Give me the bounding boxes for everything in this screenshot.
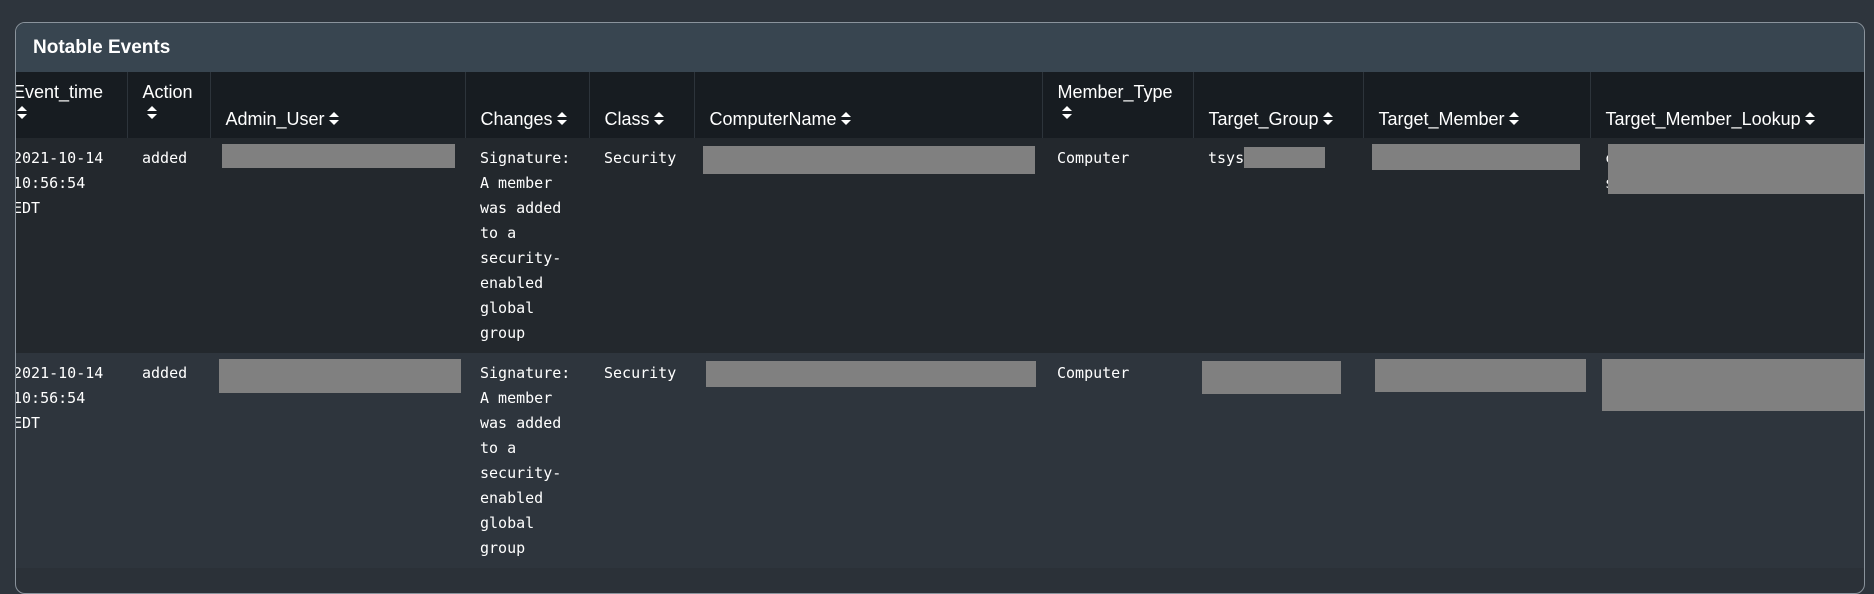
notable-events-panel: Notable Events Event_time Action Admin_U… xyxy=(15,22,1865,594)
events-table: Event_time Action Admin_User Changes Cla… xyxy=(16,72,1864,568)
cell-action: added xyxy=(127,353,210,568)
col-label: Target_Member_Lookup xyxy=(1605,109,1801,129)
redacted-block xyxy=(1244,147,1326,168)
cell-admin-user xyxy=(210,138,465,353)
cell-action: added xyxy=(127,138,210,353)
cell-target-member xyxy=(1363,138,1590,353)
sort-icon[interactable] xyxy=(840,112,851,126)
col-header-class[interactable]: Class xyxy=(589,72,695,138)
redacted-block xyxy=(222,144,455,168)
cell-event-time: 2021-10-14 10:56:54 EDT xyxy=(16,138,127,353)
cell-target-member-lookup xyxy=(1590,353,1864,568)
redacted-block xyxy=(1202,361,1341,394)
col-label: Member_Type xyxy=(1057,82,1173,102)
sort-icon[interactable] xyxy=(146,106,157,120)
cell-class: Security xyxy=(589,138,694,353)
col-header-target-group[interactable]: Target_Group xyxy=(1193,72,1364,138)
col-label: Admin_User xyxy=(225,109,325,129)
cell-target-member-lookup: c s xyxy=(1590,138,1864,353)
table-row[interactable]: 2021-10-14 10:56:54 EDT added Signature:… xyxy=(16,138,1864,353)
cell-computer-name xyxy=(694,353,1042,568)
sort-icon[interactable] xyxy=(17,106,27,120)
redacted-block xyxy=(1602,359,1864,411)
table-viewport[interactable]: Event_time Action Admin_User Changes Cla… xyxy=(16,72,1864,572)
col-label: Changes xyxy=(480,109,553,129)
cell-member-type: Computer xyxy=(1042,353,1193,568)
cell-class: Security xyxy=(589,353,694,568)
col-label: Class xyxy=(604,109,650,129)
col-label: Target_Group xyxy=(1208,109,1319,129)
col-header-member-type[interactable]: Member_Type xyxy=(1042,72,1194,138)
col-label: Action xyxy=(142,82,193,102)
redacted-block xyxy=(1608,144,1864,194)
target-group-prefix: tsys xyxy=(1208,149,1245,167)
col-label: Target_Member xyxy=(1378,109,1505,129)
cell-computer-name xyxy=(694,138,1042,353)
sort-icon[interactable] xyxy=(328,112,339,126)
redacted-block xyxy=(1375,359,1586,392)
sort-icon[interactable] xyxy=(1804,112,1815,126)
redacted-block xyxy=(1372,144,1580,170)
redacted-block xyxy=(703,146,1035,174)
cell-target-group xyxy=(1193,353,1363,568)
col-header-action[interactable]: Action xyxy=(127,72,211,138)
cell-changes: Signature: A member was added to a secur… xyxy=(465,353,589,568)
col-label: ComputerName xyxy=(709,109,837,129)
sort-icon[interactable] xyxy=(653,112,664,126)
header-row: Event_time Action Admin_User Changes Cla… xyxy=(16,72,1864,138)
col-header-computer-name[interactable]: ComputerName xyxy=(694,72,1043,138)
cell-changes: Signature: A member was added to a secur… xyxy=(465,138,589,353)
sort-icon[interactable] xyxy=(1322,112,1333,126)
cell-admin-user xyxy=(210,353,465,568)
cell-event-time: 2021-10-14 10:56:54 EDT xyxy=(16,353,127,568)
cell-member-type: Computer xyxy=(1042,138,1193,353)
sort-icon[interactable] xyxy=(1508,112,1519,126)
sort-icon[interactable] xyxy=(1061,106,1072,120)
col-label: Event_time xyxy=(16,82,104,102)
redacted-block xyxy=(219,359,461,393)
sort-icon[interactable] xyxy=(556,112,567,126)
redacted-block xyxy=(706,361,1036,387)
cell-target-member xyxy=(1363,353,1590,568)
col-header-target-member[interactable]: Target_Member xyxy=(1363,72,1591,138)
col-header-admin-user[interactable]: Admin_User xyxy=(210,72,466,138)
panel-title: Notable Events xyxy=(16,23,1864,72)
col-header-target-member-lookup[interactable]: Target_Member_Lookup xyxy=(1590,72,1864,138)
col-header-changes[interactable]: Changes xyxy=(465,72,590,138)
cell-target-group: tsys xyxy=(1193,138,1363,353)
table-row[interactable]: 2021-10-14 10:56:54 EDT added Signature:… xyxy=(16,353,1864,568)
col-header-event-time[interactable]: Event_time xyxy=(16,72,128,138)
